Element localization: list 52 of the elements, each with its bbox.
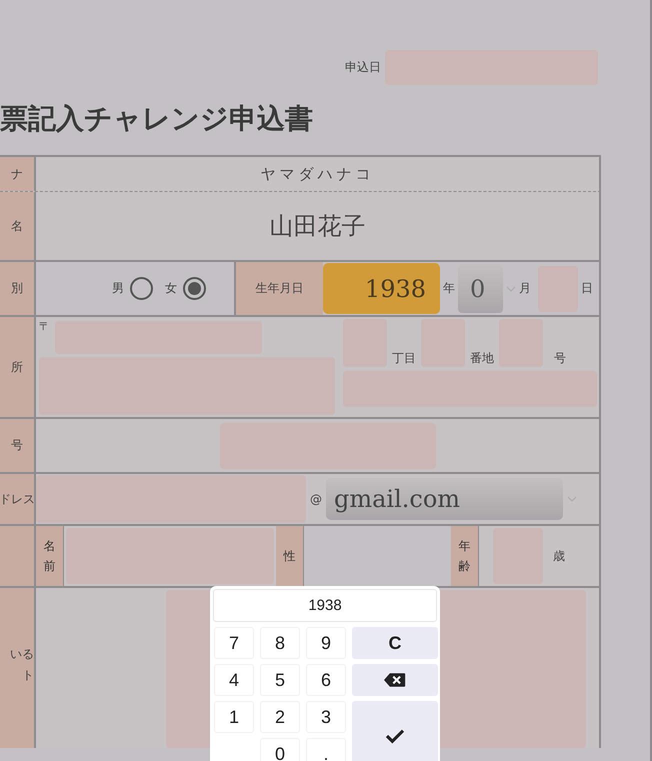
name-value[interactable]: 山田花子 [270, 210, 366, 242]
child-gender-label: 性 [276, 526, 304, 586]
address-unit: 号 [553, 350, 567, 367]
digit-key[interactable]: 6 [306, 664, 346, 696]
digit-key[interactable]: 9 [306, 627, 346, 659]
clear-key[interactable]: C [352, 627, 438, 659]
row-label: 別 [0, 262, 36, 315]
domain-select[interactable]: gmail.com [326, 478, 563, 520]
row-label: 名 [0, 192, 36, 260]
row-label: いる [10, 646, 34, 663]
radio-button[interactable] [183, 277, 206, 300]
digit-key[interactable]: 1 [214, 701, 254, 733]
email-field[interactable] [36, 475, 306, 523]
address-unit: 丁目 [391, 350, 417, 367]
gender-option-label: 男 [112, 280, 124, 297]
form-title: 票記入チャレンジ申込書 [0, 101, 314, 137]
month-unit: 月 [519, 280, 531, 297]
digit-key[interactable]: 7 [214, 627, 254, 659]
chevron-icon [567, 496, 577, 502]
age-unit: 歳 [553, 548, 565, 564]
radio-button[interactable] [130, 277, 153, 300]
row-label: 号 [0, 419, 36, 472]
date-label: 申込日 [345, 59, 381, 76]
digit-key[interactable]: 8 [260, 627, 300, 659]
digit-key[interactable]: 4 [214, 664, 254, 696]
year-unit: 年 [443, 280, 455, 297]
chevron-icon [506, 286, 516, 292]
day-unit: 日 [581, 280, 593, 297]
postal-mark: 〒 [39, 319, 50, 335]
check-icon [384, 728, 406, 744]
at-sign: @ [310, 492, 322, 506]
birth-label: 生年月日 [236, 262, 323, 315]
row-label: ドレス [0, 474, 36, 524]
gender-option-label: 女 [165, 280, 177, 297]
row-label: ナ [0, 157, 36, 191]
month-select[interactable]: 0 [458, 264, 503, 312]
furigana-value[interactable]: ヤマダハナコ [36, 157, 601, 191]
digit-key[interactable]: 5 [260, 664, 300, 696]
backspace-icon [384, 672, 406, 688]
row-label: ト [22, 667, 34, 684]
keypad-display: 1938 [213, 589, 437, 622]
year-field[interactable]: 1938 [323, 263, 440, 314]
backspace-key[interactable] [352, 664, 438, 696]
digit-key[interactable]: 2 [260, 701, 300, 733]
digit-key[interactable]: 3 [306, 701, 346, 733]
age-label: 年齢 [451, 526, 479, 586]
address-unit: 番地 [469, 350, 495, 367]
row-label: 所 [0, 317, 36, 417]
child-name-label: 名前 [36, 526, 64, 586]
enter-key[interactable] [352, 701, 438, 761]
digit-key[interactable]: . [306, 738, 346, 761]
digit-key[interactable]: 0 [260, 738, 300, 761]
